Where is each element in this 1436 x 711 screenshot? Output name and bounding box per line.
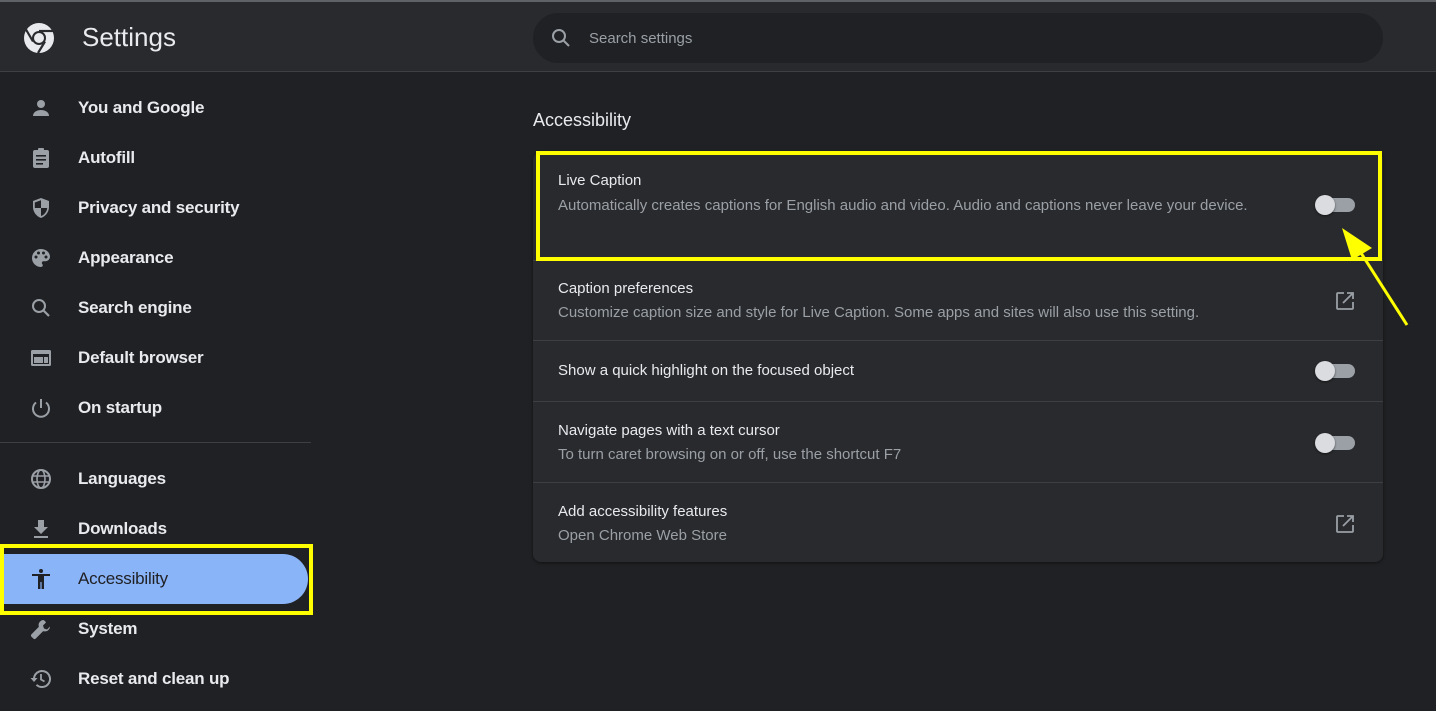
setting-subtitle: To turn caret browsing on or off, use th…	[558, 446, 902, 463]
setting-title: Show a quick highlight on the focused ob…	[558, 362, 855, 379]
sidebar-item-default-browser[interactable]: Default browser	[0, 333, 308, 383]
wrench-icon	[30, 620, 50, 640]
setting-row-add-accessibility-features[interactable]: Add accessibility features Open Chrome W…	[533, 482, 1383, 562]
sidebar-item-autofill[interactable]: Autofill	[0, 133, 308, 183]
setting-subtitle: Open Chrome Web Store	[558, 527, 727, 544]
sidebar-item-label: You and Google	[78, 98, 205, 117]
sidebar-item-reset-and-clean-up[interactable]: Reset and clean up	[0, 654, 308, 704]
setting-row-caption-preferences[interactable]: Caption preferences Customize caption si…	[533, 260, 1383, 340]
download-icon	[34, 520, 48, 538]
globe-icon	[31, 469, 51, 489]
setting-subtitle: Customize caption size and style for Liv…	[558, 304, 1200, 321]
search-icon	[552, 29, 570, 47]
accessibility-icon	[32, 569, 50, 589]
sidebar-item-you-and-google[interactable]: You and Google	[0, 83, 308, 133]
sidebar-item-on-startup[interactable]: On startup	[0, 383, 308, 433]
toggle-knob	[1315, 195, 1335, 215]
sidebar-item-label: Privacy and security	[78, 198, 240, 217]
setting-row-caret-browsing[interactable]: Navigate pages with a text cursor To tur…	[533, 401, 1383, 482]
sidebar-item-appearance[interactable]: Appearance	[0, 233, 308, 283]
sidebar-item-label: Search engine	[78, 298, 192, 317]
live-caption-toggle[interactable]	[1315, 195, 1355, 215]
toggle-knob	[1315, 433, 1335, 453]
setting-row-focus-highlight[interactable]: Show a quick highlight on the focused ob…	[533, 340, 1383, 401]
sidebar-item-privacy-and-security[interactable]: Privacy and security	[0, 183, 308, 233]
sidebar-item-label: Downloads	[78, 519, 167, 538]
top-bar: Settings	[0, 0, 1436, 72]
search-bar[interactable]	[533, 13, 1383, 63]
external-link-icon[interactable]	[1335, 291, 1355, 311]
search-input[interactable]	[589, 13, 1349, 63]
chrome-logo-icon	[24, 23, 54, 54]
caret-browsing-toggle[interactable]	[1315, 433, 1355, 453]
sidebar-item-label: Languages	[78, 469, 166, 488]
setting-title: Live Caption	[558, 172, 642, 189]
browser-window-icon	[31, 350, 51, 366]
sidebar-item-label: Default browser	[78, 348, 204, 367]
page-title: Settings	[82, 22, 176, 52]
sidebar-item-languages[interactable]: Languages	[0, 454, 308, 504]
sidebar-item-label: On startup	[78, 398, 162, 417]
shield-icon	[33, 198, 49, 218]
palette-icon	[32, 249, 50, 267]
power-icon	[32, 399, 50, 418]
setting-title: Navigate pages with a text cursor	[558, 422, 780, 439]
history-icon	[30, 670, 51, 688]
sidebar-item-system[interactable]: System	[0, 604, 308, 654]
toggle-knob	[1315, 361, 1335, 381]
settings-card: Live Caption Automatically creates capti…	[533, 152, 1383, 562]
sidebar-item-label: System	[78, 619, 138, 638]
sidebar-item-label: Appearance	[78, 248, 174, 267]
external-link-icon[interactable]	[1335, 514, 1355, 534]
sidebar-item-label: Autofill	[78, 148, 135, 167]
sidebar-divider	[0, 442, 311, 443]
person-icon	[33, 100, 49, 116]
setting-row-live-caption[interactable]: Live Caption Automatically creates capti…	[533, 152, 1383, 260]
setting-subtitle: Automatically creates captions for Engli…	[558, 197, 1248, 214]
section-title: Accessibility	[533, 110, 632, 130]
sidebar-item-accessibility[interactable]: Accessibility	[0, 554, 308, 604]
setting-title: Add accessibility features	[558, 503, 728, 520]
clipboard-icon	[33, 148, 49, 168]
search-icon	[32, 299, 50, 317]
sidebar-item-label: Accessibility	[78, 569, 168, 588]
focus-highlight-toggle[interactable]	[1315, 361, 1355, 381]
setting-title: Caption preferences	[558, 280, 694, 297]
sidebar-item-search-engine[interactable]: Search engine	[0, 283, 308, 333]
sidebar-item-downloads[interactable]: Downloads	[0, 504, 308, 554]
sidebar: You and Google Autofill Privacy and secu…	[0, 73, 320, 711]
sidebar-item-label: Reset and clean up	[78, 669, 230, 688]
